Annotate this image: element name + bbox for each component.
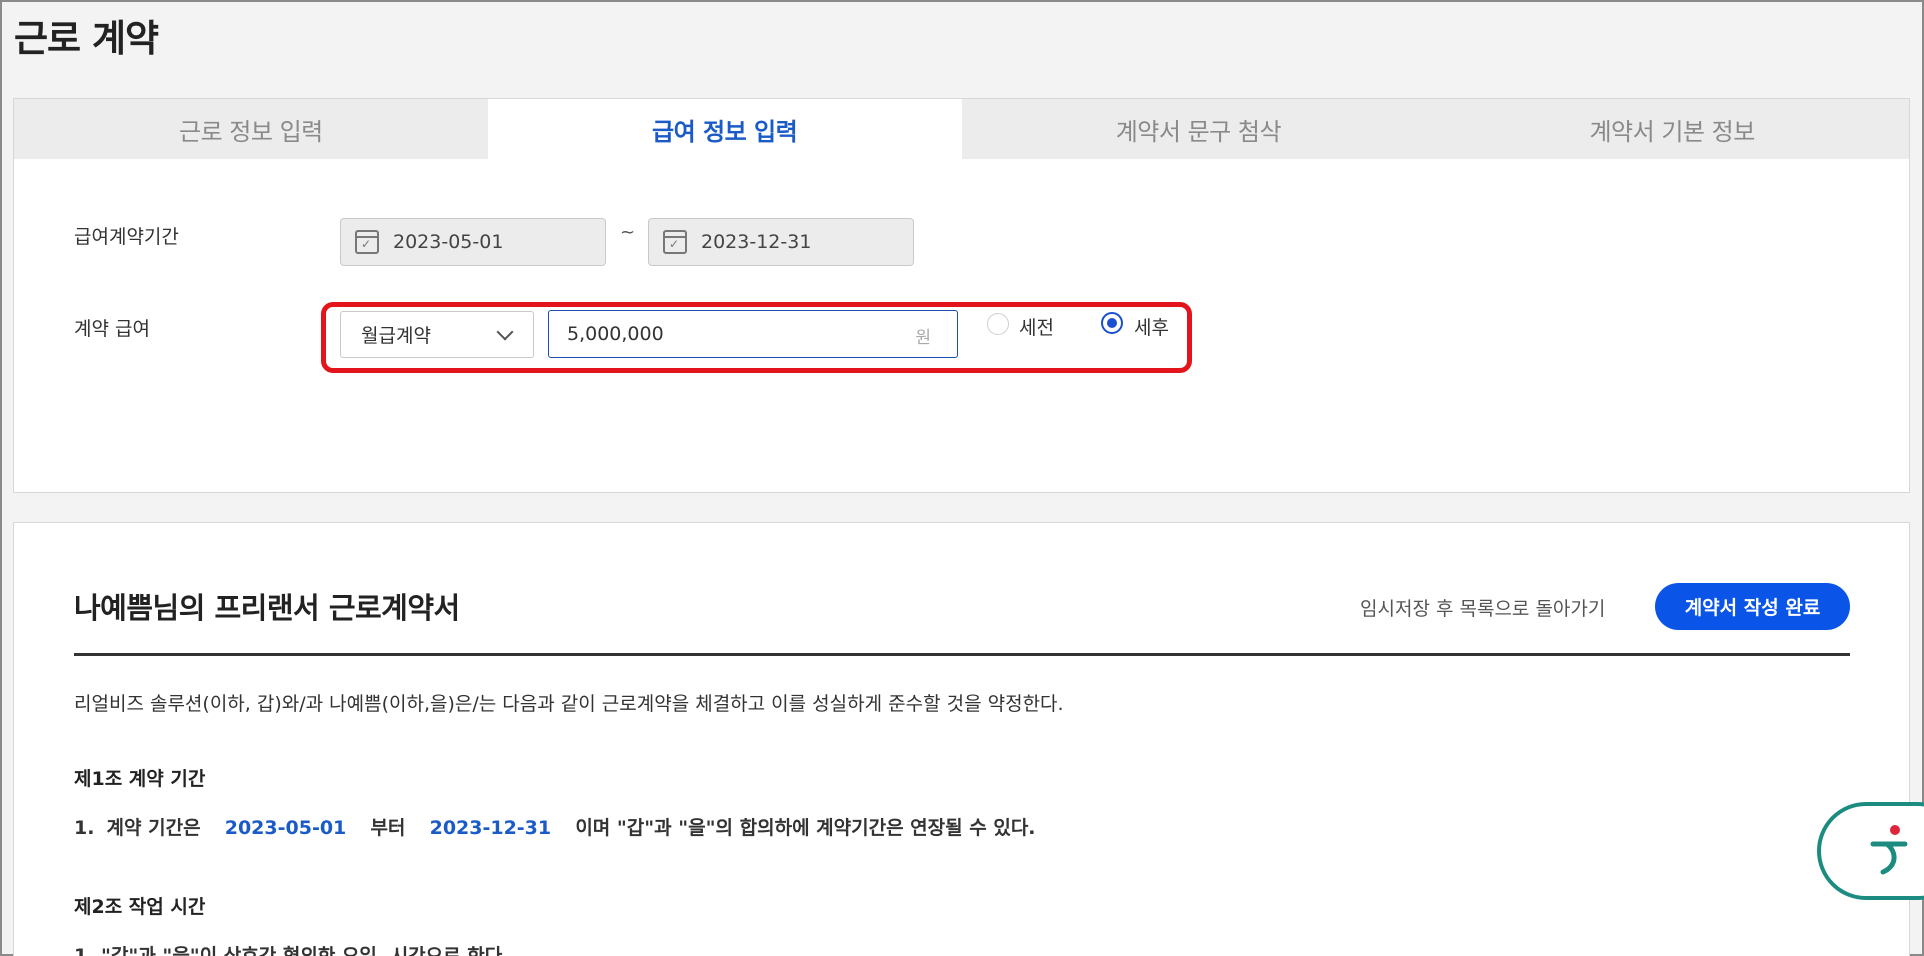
chevron-down-icon (496, 323, 514, 341)
article1-post: 이며 "갑"과 "을"의 합의하에 계약기간은 연장될 수 있다. (575, 817, 1036, 839)
article1-start-date: 2023-05-01 (224, 817, 347, 839)
brand-logo-icon (1870, 825, 1908, 875)
start-date-value: 2023-05-01 (393, 231, 504, 253)
article1-clause: 1. 계약 기간은 2023-05-01 부터 2023-12-31 이며 "갑… (74, 813, 1036, 840)
temp-save-link[interactable]: 임시저장 후 목록으로 돌아가기 (1360, 594, 1605, 621)
contract-preview-card: 나예쁨님의 프리랜서 근로계약서 임시저장 후 목록으로 돌아가기 계약서 작성… (13, 522, 1910, 956)
radio-after-tax-label: 세후 (1134, 317, 1169, 339)
radio-before-tax-label: 세전 (1019, 317, 1054, 339)
calendar-icon (355, 230, 379, 254)
article2-title: 제2조 작업 시간 (74, 896, 206, 918)
start-date-field[interactable]: 2023-05-01 (340, 218, 606, 266)
article1-end-date: 2023-12-31 (429, 817, 552, 839)
date-range-separator: ~ (620, 222, 636, 243)
currency-unit: 원 (915, 328, 931, 348)
tab-salary-info[interactable]: 급여 정보 입력 (487, 99, 962, 159)
salary-label: 계약 급여 (74, 318, 150, 340)
salary-amount-input[interactable]: 5,000,000 원 (548, 310, 958, 358)
salary-type-select[interactable]: 월급계약 (340, 311, 534, 358)
floating-chat-button[interactable] (1817, 802, 1924, 900)
contract-intro: 리얼비즈 솔루션(이하, 갑)와/과 나예쁨(이하,을)은/는 다음과 같이 근… (74, 693, 1064, 715)
article1-number: 1. (74, 817, 95, 839)
radio-after-tax[interactable] (1101, 312, 1123, 334)
tab-contract-edit[interactable]: 계약서 문구 첨삭 (961, 99, 1436, 159)
salary-amount-value: 5,000,000 (567, 323, 664, 345)
contract-title: 나예쁨님의 프리랜서 근로계약서 (74, 591, 460, 625)
radio-before-tax[interactable] (987, 313, 1009, 335)
end-date-field[interactable]: 2023-12-31 (648, 218, 914, 266)
article1-mid: 부터 (370, 817, 406, 839)
end-date-value: 2023-12-31 (701, 231, 812, 253)
tab-work-info[interactable]: 근로 정보 입력 (14, 99, 488, 159)
calendar-icon (663, 230, 687, 254)
article2-clause: 1. "갑"과 "을"이 상호간 협의한 요일, 시간으로 한다. (74, 945, 510, 956)
salary-form-card: 근로 정보 입력 급여 정보 입력 계약서 문구 첨삭 계약서 기본 정보 (13, 98, 1910, 493)
article1-pre: 계약 기간은 (106, 817, 201, 839)
tab-contract-basic[interactable]: 계약서 기본 정보 (1435, 99, 1909, 159)
period-label: 급여계약기간 (74, 226, 179, 248)
tab-bar: 근로 정보 입력 급여 정보 입력 계약서 문구 첨삭 계약서 기본 정보 (14, 99, 1909, 159)
page-title: 근로 계약 (14, 17, 159, 60)
article1-title: 제1조 계약 기간 (74, 768, 206, 790)
salary-type-value: 월급계약 (361, 325, 431, 347)
complete-contract-button[interactable]: 계약서 작성 완료 (1655, 583, 1850, 630)
title-divider (74, 653, 1850, 656)
